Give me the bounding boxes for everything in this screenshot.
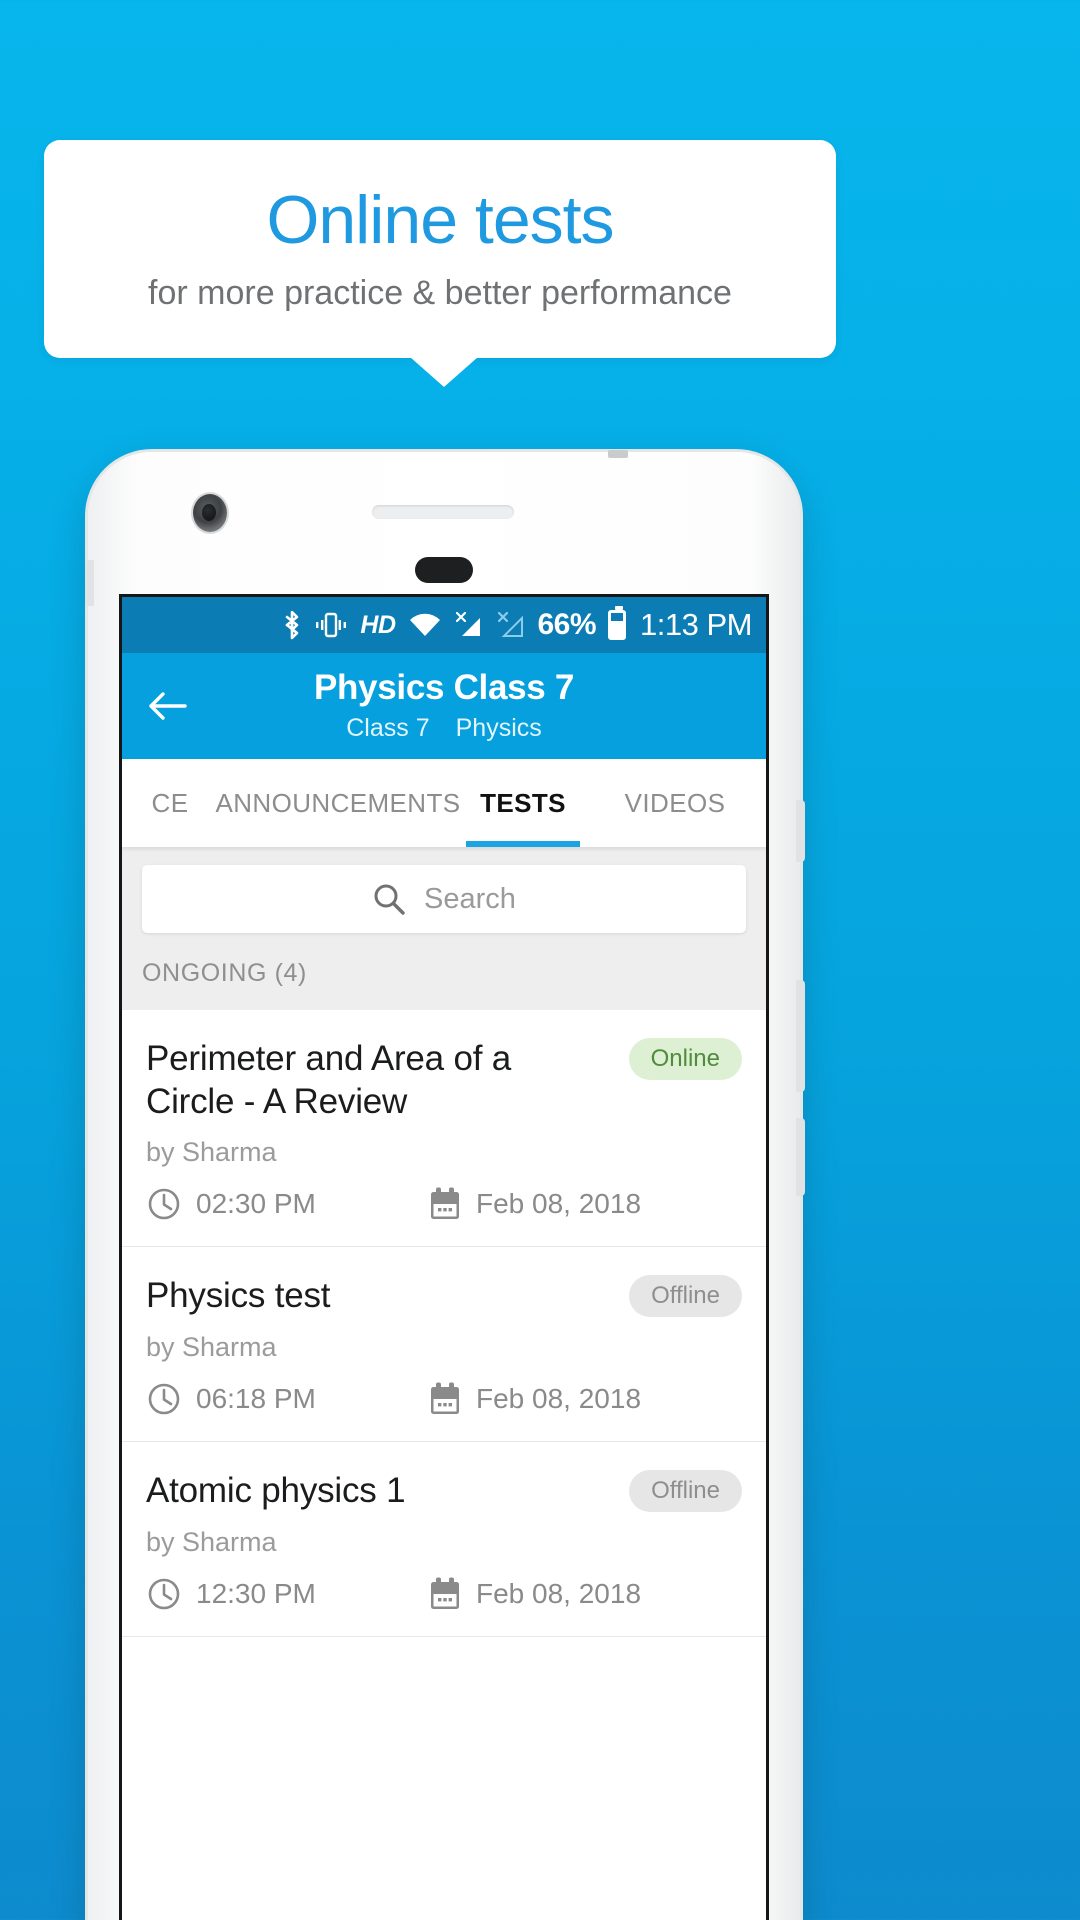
section-header-ongoing: ONGOING (4)	[122, 949, 766, 1010]
clock-icon	[146, 1186, 182, 1222]
test-time: 06:18 PM	[146, 1381, 428, 1417]
wifi-icon	[408, 611, 442, 639]
earpiece-speaker	[372, 505, 514, 519]
test-time-label: 06:18 PM	[196, 1383, 316, 1415]
test-title: Atomic physics 1	[146, 1471, 406, 1511]
battery-icon	[608, 606, 627, 640]
phone-screen: HD 66% 1:13 PM Physics Class 7 Class 7 P…	[119, 594, 769, 1920]
status-badge: Online	[628, 1038, 742, 1080]
search-input[interactable]: Search	[142, 865, 746, 933]
tab-announcements[interactable]: ANNOUNCEMENTS	[216, 759, 461, 847]
test-card[interactable]: Perimeter and Area of a Circle - A Revie…	[122, 1010, 766, 1248]
tab-ce[interactable]: CE	[122, 759, 218, 847]
test-date-label: Feb 08, 2018	[476, 1577, 642, 1609]
promo-bubble: Online tests for more practice & better …	[44, 140, 836, 358]
bluetooth-icon	[282, 609, 302, 641]
test-title: Physics test	[146, 1276, 331, 1316]
hd-label: HD	[360, 610, 396, 639]
signal-no-sim-icon	[454, 610, 484, 640]
test-meta: 12:30 PM Feb 08, 2018	[146, 1576, 742, 1612]
status-bar: HD 66% 1:13 PM	[122, 597, 766, 653]
page-title: Physics Class 7	[313, 668, 575, 708]
tab-videos[interactable]: VIDEOS	[588, 759, 762, 847]
test-meta: 06:18 PM Feb 08, 2018	[146, 1381, 742, 1417]
test-meta: 02:30 PM Feb 08, 2018	[146, 1186, 742, 1222]
test-author: by Sharma	[146, 1332, 277, 1363]
tab-tests[interactable]: TESTS	[458, 759, 588, 847]
clock-icon	[146, 1576, 182, 1612]
promo-title: Online tests	[266, 181, 614, 258]
test-date: Feb 08, 2018	[428, 1381, 641, 1417]
status-bar-time: 1:13 PM	[640, 607, 752, 642]
promo-bubble-tail	[410, 357, 478, 387]
test-date: Feb 08, 2018	[428, 1576, 641, 1612]
back-arrow-icon[interactable]	[146, 684, 190, 728]
phone-top-notch	[608, 450, 628, 458]
volume-up-button[interactable]	[796, 800, 805, 862]
power-button[interactable]	[796, 1118, 805, 1196]
test-date-label: Feb 08, 2018	[476, 1383, 642, 1415]
test-card[interactable]: Physics test Offline by Sharma 06:18 PM …	[122, 1247, 766, 1443]
test-author: by Sharma	[146, 1137, 277, 1168]
app-bar: Physics Class 7 Class 7 Physics	[122, 653, 766, 759]
signal-no-service-icon	[496, 610, 526, 640]
breadcrumb-class: Class 7	[346, 713, 430, 742]
test-title: Perimeter and Area of a Circle - A Revie…	[146, 1039, 512, 1121]
test-time-label: 12:30 PM	[196, 1577, 316, 1609]
vibrate-icon	[314, 610, 348, 640]
test-time: 12:30 PM	[146, 1576, 428, 1612]
test-time: 02:30 PM	[146, 1186, 428, 1222]
status-badge: Offline	[629, 1470, 742, 1513]
breadcrumb-subject: Physics	[455, 713, 542, 742]
front-camera-icon	[193, 494, 227, 532]
tab-bar: CE ANNOUNCEMENTS TESTS VIDEOS	[122, 759, 766, 847]
clock-icon	[146, 1381, 182, 1417]
test-author: by Sharma	[146, 1526, 277, 1557]
search-placeholder: Search	[424, 882, 516, 915]
breadcrumb: Class 7 Physics	[346, 714, 542, 743]
search-icon	[372, 882, 406, 916]
test-card[interactable]: Atomic physics 1 Offline by Sharma 12:30…	[122, 1442, 766, 1637]
calendar-icon	[428, 1576, 462, 1612]
test-time-label: 02:30 PM	[196, 1188, 316, 1220]
volume-down-button[interactable]	[796, 980, 805, 1092]
test-date-label: Feb 08, 2018	[476, 1188, 642, 1220]
promo-subtitle: for more practice & better performance	[148, 274, 732, 313]
test-date: Feb 08, 2018	[428, 1186, 641, 1222]
home-button[interactable]	[415, 557, 473, 583]
calendar-icon	[428, 1381, 462, 1417]
status-badge: Offline	[629, 1275, 742, 1318]
calendar-icon	[428, 1186, 462, 1222]
left-side-button[interactable]	[85, 560, 94, 606]
battery-percent: 66%	[537, 608, 597, 641]
search-container: Search	[122, 847, 766, 949]
